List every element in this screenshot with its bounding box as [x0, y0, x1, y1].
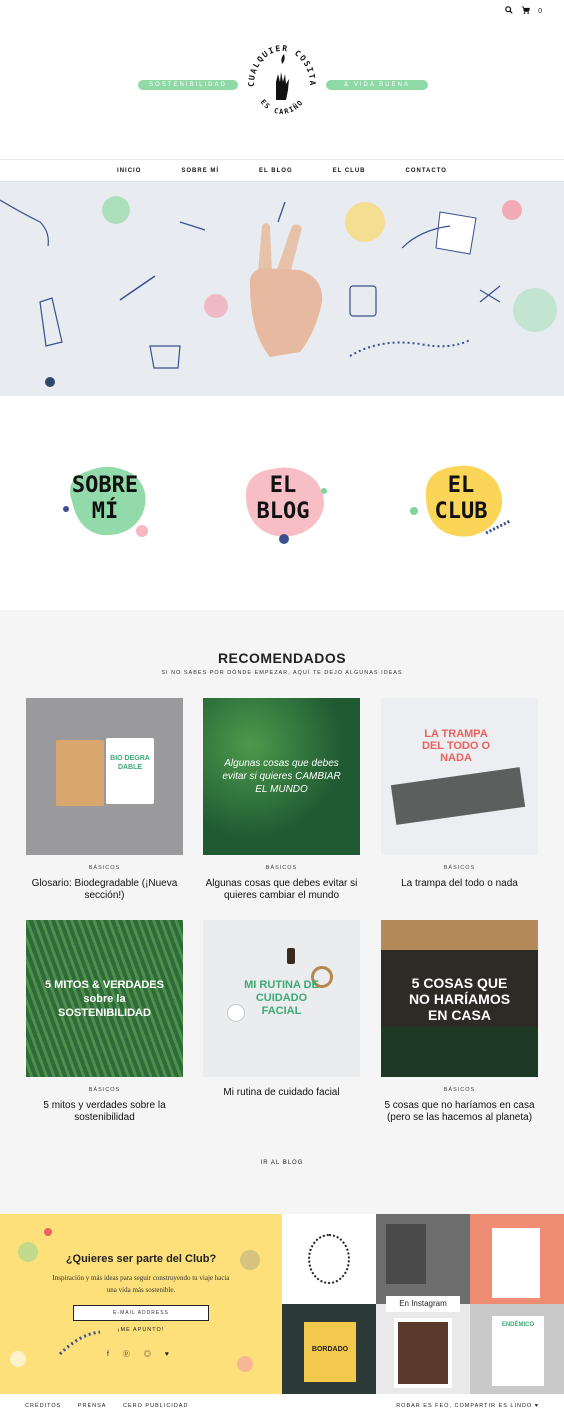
post-thumbnail[interactable]: 5 COSAS QUE NO HARÍAMOS EN CASA [381, 920, 538, 1077]
top-bar: 0 [0, 0, 564, 24]
thumb-overlay-text: MI RUTINA DE CUIDADO FACIAL [244, 979, 319, 1017]
footer-link-creditos[interactable]: CRÉDITOS [25, 1403, 61, 1409]
book-cover-text: BORDADO [304, 1322, 356, 1382]
hero-illustration [0, 182, 564, 396]
club-description: Inspiración y más ideas para seguir cons… [52, 1274, 230, 1294]
blob-label-sobre: SOBRE MÍ [71, 472, 139, 524]
social-icons[interactable]: f ⓟ ◎ ♥ [0, 1349, 282, 1359]
post-card[interactable]: 5 COSAS QUE NO HARÍAMOS EN CASA BÁSICOS … [381, 920, 538, 1124]
link-sobre-mi[interactable]: SOBRE MÍ [50, 451, 160, 546]
post-title[interactable]: Mi rutina de cuidado facial [203, 1087, 360, 1099]
logo-area: SOSTENIBILIDAD & VIDA BUENA CUALQUIER CO… [0, 40, 564, 140]
post-title[interactable]: Glosario: Biodegradable (¡Nueva sección!… [26, 878, 183, 902]
post-category[interactable]: BÁSICOS [26, 865, 183, 871]
search-icon[interactable] [505, 6, 513, 16]
svg-text:ES CARIÑO: ES CARIÑO [259, 98, 306, 116]
thumb-overlay-text: BIO DEGRA DABLE [106, 738, 154, 804]
instagram-photo[interactable] [376, 1304, 470, 1394]
instagram-label[interactable]: En Instagram [386, 1296, 460, 1312]
email-field[interactable]: E-MAIL ADDRESS [73, 1305, 209, 1321]
recommended-section: RECOMENDADOS SI NO SABES POR DÓNDE EMPEZ… [0, 610, 564, 1214]
main-nav: INICIO SOBRE MÍ EL BLOG EL CLUB CONTACTO [0, 159, 564, 182]
nav-inicio[interactable]: INICIO [117, 168, 141, 174]
header-tools: 0 [505, 6, 542, 16]
post-thumbnail[interactable]: MI RUTINA DE CUIDADO FACIAL [203, 920, 360, 1077]
post-title[interactable]: 5 cosas que no haríamos en casa (pero se… [381, 1100, 538, 1124]
logo-text-bottom: ES CARIÑO [259, 98, 304, 116]
post-card[interactable]: Algunas cosas que debes evitar si quiere… [203, 698, 360, 902]
post-card[interactable]: 5 MITOS & VERDADES sobre la SOSTENIBILID… [26, 920, 183, 1124]
instagram-photo[interactable] [470, 1214, 564, 1304]
thumb-overlay-text: Algunas cosas que debes evitar si quiere… [222, 758, 341, 795]
nav-el-club[interactable]: EL CLUB [333, 168, 366, 174]
hero-banner [0, 182, 564, 396]
cart-icon[interactable] [521, 6, 531, 16]
tagline-left: SOSTENIBILIDAD [138, 80, 238, 90]
instagram-photo[interactable]: ENDÉMICO [470, 1304, 564, 1394]
sections-row: SOBRE MÍ EL BLOG EL CLUB [0, 396, 564, 610]
instagram-photo[interactable] [376, 1214, 470, 1304]
post-card[interactable]: MI RUTINA DE CUIDADO FACIAL Mi rutina de… [203, 920, 360, 1099]
footer-link-prensa[interactable]: PRENSA [78, 1403, 107, 1409]
cart-count[interactable]: 0 [538, 8, 542, 15]
thumb-overlay-text: 5 COSAS QUE NO HARÍAMOS EN CASA [408, 974, 511, 1023]
post-thumbnail[interactable]: LA TRAMPA DEL TODO O NADA [381, 698, 538, 855]
thumb-overlay-text: 5 MITOS & VERDADES sobre la SOSTENIBILID… [45, 978, 164, 1019]
recommended-subtitle: SI NO SABES POR DÓNDE EMPEZAR, AQUÍ TE D… [161, 670, 403, 676]
tagline-right: & VIDA BUENA [326, 80, 428, 90]
post-category[interactable]: BÁSICOS [381, 865, 538, 871]
post-thumbnail[interactable]: 5 MITOS & VERDADES sobre la SOSTENIBILID… [26, 920, 183, 1077]
footer-links: CRÉDITOS PRENSA CERO PUBLICIDAD [25, 1403, 202, 1409]
club-newsletter: ¿Quieres ser parte del Club? Inspiración… [0, 1214, 282, 1394]
post-thumbnail[interactable]: Algunas cosas que debes evitar si quiere… [203, 698, 360, 855]
subscribe-button[interactable]: ¡ME APUNTO! [0, 1327, 282, 1333]
post-card[interactable]: BIO DEGRA DABLE BÁSICOS Glosario: Biodeg… [26, 698, 183, 902]
post-card[interactable]: LA TRAMPA DEL TODO O NADA BÁSICOS La tra… [381, 698, 538, 890]
club-decoration-icon [10, 1228, 260, 1372]
link-el-blog[interactable]: EL BLOG [228, 451, 338, 546]
footer: CRÉDITOS PRENSA CERO PUBLICIDAD ROBAR ES… [0, 1394, 564, 1417]
link-el-club[interactable]: EL CLUB [406, 451, 516, 546]
instagram-grid: BORDADO ENDÉMICO En Instagram [282, 1214, 564, 1394]
recommended-title: RECOMENDADOS [217, 650, 347, 666]
nav-el-blog[interactable]: EL BLOG [259, 168, 293, 174]
poster-text: ENDÉMICO [492, 1316, 544, 1386]
blob-label-blog: EL BLOG [256, 472, 310, 524]
club-title: ¿Quieres ser parte del Club? [65, 1253, 217, 1265]
post-category[interactable]: BÁSICOS [381, 1087, 538, 1093]
logo-hand-icon: CUALQUIER COSITA ES CARIÑO [247, 44, 316, 116]
post-thumbnail[interactable]: BIO DEGRA DABLE [26, 698, 183, 855]
post-category[interactable]: BÁSICOS [26, 1087, 183, 1093]
post-title[interactable]: 5 mitos y verdades sobre la sostenibilid… [26, 1100, 183, 1124]
instagram-photo[interactable]: BORDADO [282, 1304, 376, 1394]
instagram-photo[interactable] [282, 1214, 376, 1304]
footer-slogan: ROBAR ES FEO, COMPARTIR ES LINDO ♥ [396, 1402, 539, 1409]
blob-label-club: EL CLUB [434, 472, 488, 524]
nav-contacto[interactable]: CONTACTO [406, 168, 447, 174]
go-to-blog-link[interactable]: IR AL BLOG [0, 1160, 564, 1166]
post-title[interactable]: Algunas cosas que debes evitar si quiere… [203, 878, 360, 902]
post-category[interactable]: BÁSICOS [203, 865, 360, 871]
nav-sobre-mi[interactable]: SOBRE MÍ [181, 168, 219, 174]
site-logo[interactable]: CUALQUIER COSITA ES CARIÑO [246, 42, 318, 128]
thumb-overlay-text: LA TRAMPA DEL TODO O NADA [421, 728, 491, 764]
post-title[interactable]: La trampa del todo o nada [381, 878, 538, 890]
footer-link-cero-publicidad[interactable]: CERO PUBLICIDAD [123, 1403, 188, 1409]
